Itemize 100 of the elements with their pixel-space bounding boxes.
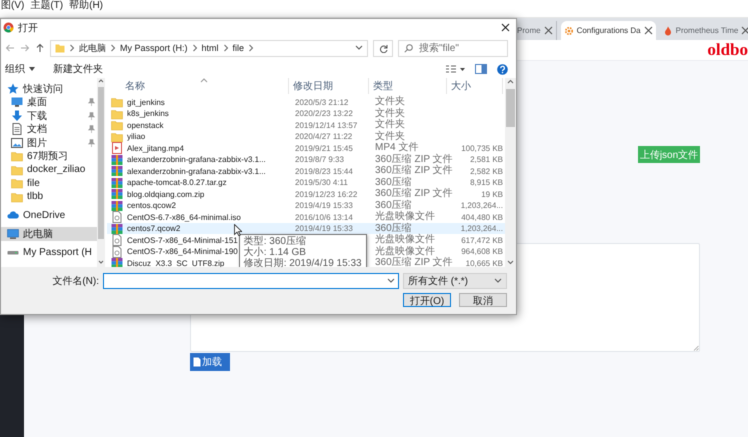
archive-icon — [111, 200, 123, 212]
column-header[interactable]: 修改日期 — [289, 78, 369, 94]
open-button[interactable]: 打开(O) — [403, 293, 451, 307]
scrollbar-thumb[interactable] — [506, 89, 515, 127]
caret-icon — [29, 67, 35, 71]
file-type-select[interactable]: 所有文件 (*.*) — [403, 273, 507, 289]
scroll-down-icon — [505, 258, 516, 266]
filename-field[interactable] — [103, 273, 399, 289]
nav-item[interactable]: OneDrive — [1, 208, 97, 222]
file-type: 360压缩 — [374, 222, 413, 234]
nav-item[interactable]: 快速访问 — [1, 82, 97, 96]
nav-item[interactable]: 67期预习 — [1, 150, 97, 163]
close-icon[interactable] — [501, 23, 510, 32]
nav-item[interactable]: 图片 — [1, 136, 97, 150]
menu-item[interactable]: 帮助(H) — [68, 0, 108, 12]
dialog-title: 打开 — [18, 22, 38, 34]
file-name: CentOS-7-x86_64-Minimal-190 — [127, 247, 238, 256]
file-name: Discuz_X3.3_SC_UTF8.zip — [127, 258, 224, 267]
gear-icon — [564, 26, 574, 36]
star-icon — [7, 82, 19, 95]
file-type: 文件夹 — [374, 130, 405, 142]
search-icon — [404, 44, 413, 52]
archive-icon — [111, 222, 123, 234]
cancel-button[interactable]: 取消 — [459, 293, 507, 307]
preview-pane-icon[interactable] — [475, 64, 487, 74]
flame-icon — [662, 26, 673, 36]
column-header[interactable]: 大小 — [447, 78, 503, 94]
chevron-icon — [110, 44, 116, 52]
file-name: openstack — [127, 120, 164, 130]
menu-item[interactable]: 图(V) — [0, 0, 30, 12]
scroll-down-icon — [97, 259, 105, 265]
help-icon[interactable] — [497, 64, 508, 74]
resize-grip-icon — [693, 345, 699, 351]
nav-item[interactable]: docker_ziliao — [1, 163, 97, 176]
search-field[interactable]: 搜索"file" — [398, 40, 508, 56]
file-name: alexanderzobnin-grafana-zabbix-v3.1... — [127, 155, 266, 164]
breadcrumb-item[interactable]: html — [202, 43, 219, 53]
folder-icon — [111, 130, 123, 142]
file-row[interactable]: centos7.qcow2 2019/4/19 15:33 360压缩 1,203,264... — [107, 222, 505, 234]
document-icon — [11, 123, 23, 136]
browser-tab[interactable]: Configurations Da — [560, 21, 656, 40]
chevron-icon — [248, 44, 254, 52]
chevron-icon — [192, 44, 198, 52]
file-date: 2019/5/30 4:11 — [294, 178, 349, 187]
address-bar[interactable]: 此电脑 My Passport (H:) html file — [50, 40, 368, 56]
chevron-icon — [222, 44, 229, 52]
archive-icon — [111, 188, 123, 200]
up-icon[interactable] — [35, 43, 45, 53]
chevron-icon — [69, 44, 75, 52]
file-name: git_jenkins — [127, 98, 165, 106]
scroll-up-icon — [505, 78, 516, 86]
breadcrumb-item[interactable]: My Passport (H:) — [120, 43, 188, 53]
archive-icon — [111, 257, 123, 267]
new-folder-button[interactable]: 新建文件夹 — [53, 62, 103, 76]
file-date: 2019/12/14 13:57 — [294, 120, 358, 130]
file-name: centos7.qcow2 — [127, 224, 180, 233]
archive-icon — [111, 176, 123, 188]
file-name: centos.qcow2 — [127, 201, 176, 210]
load-button[interactable]: 加载 — [190, 353, 230, 371]
picture-icon — [11, 136, 23, 149]
sort-icon — [200, 78, 208, 83]
dropdown-icon[interactable] — [355, 45, 363, 51]
tooltip-line: 大小: 1.14 GB — [244, 247, 307, 258]
nav-item[interactable]: My Passport (H — [1, 246, 97, 259]
brand-logo: oldbo — [707, 40, 748, 60]
nav-item[interactable]: 文档 — [1, 122, 97, 136]
scrollbar-thumb[interactable] — [98, 87, 104, 239]
close-icon[interactable] — [644, 26, 653, 35]
disc-file-icon — [111, 211, 123, 223]
file-date: 2019/12/23 16:22 — [294, 190, 358, 198]
file-size: 1,203,264... — [460, 201, 504, 210]
archive-icon — [111, 154, 123, 166]
file-date: 2019/4/19 15:33 — [294, 224, 354, 233]
nav-item[interactable]: tlbb — [1, 190, 97, 204]
nav-item[interactable]: 此电脑 — [1, 227, 97, 240]
file-date: 2020/2/23 13:22 — [294, 109, 354, 118]
nav-item[interactable]: 下载 — [1, 109, 97, 122]
column-header[interactable]: 类型 — [369, 78, 447, 94]
view-options-icon[interactable] — [445, 64, 465, 74]
file-size: 100,735 KB — [460, 144, 504, 152]
tooltip-line: 类型: 360压缩 — [244, 236, 307, 247]
nav-item[interactable]: file — [1, 176, 97, 190]
file-date: 2020/4/27 11:22 — [294, 132, 354, 141]
file-date: 2019/4/19 15:33 — [294, 201, 354, 210]
file-name: k8s_jenkins — [127, 109, 169, 118]
organize-button[interactable]: 组织 — [5, 62, 35, 76]
dropdown-icon — [494, 278, 502, 284]
breadcrumb-item[interactable]: file — [232, 43, 244, 53]
file-name: CentOS-7-x86_64-Minimal-151 — [127, 236, 238, 244]
disc-file-icon — [111, 246, 123, 258]
browser-icon — [3, 22, 14, 33]
refresh-button[interactable] — [373, 40, 393, 56]
file-name: Alex_jitang.mp4 — [127, 144, 184, 152]
breadcrumb-item[interactable]: 此电脑 — [79, 42, 106, 54]
nav-item[interactable]: 桌面 — [1, 96, 97, 109]
folder-icon — [111, 108, 123, 120]
filename-label: 文件名(N): — [52, 274, 99, 288]
file-type: 文件夹 — [374, 108, 406, 119]
column-header[interactable]: 名称 — [105, 78, 289, 94]
file-name: yiliao — [127, 132, 146, 141]
